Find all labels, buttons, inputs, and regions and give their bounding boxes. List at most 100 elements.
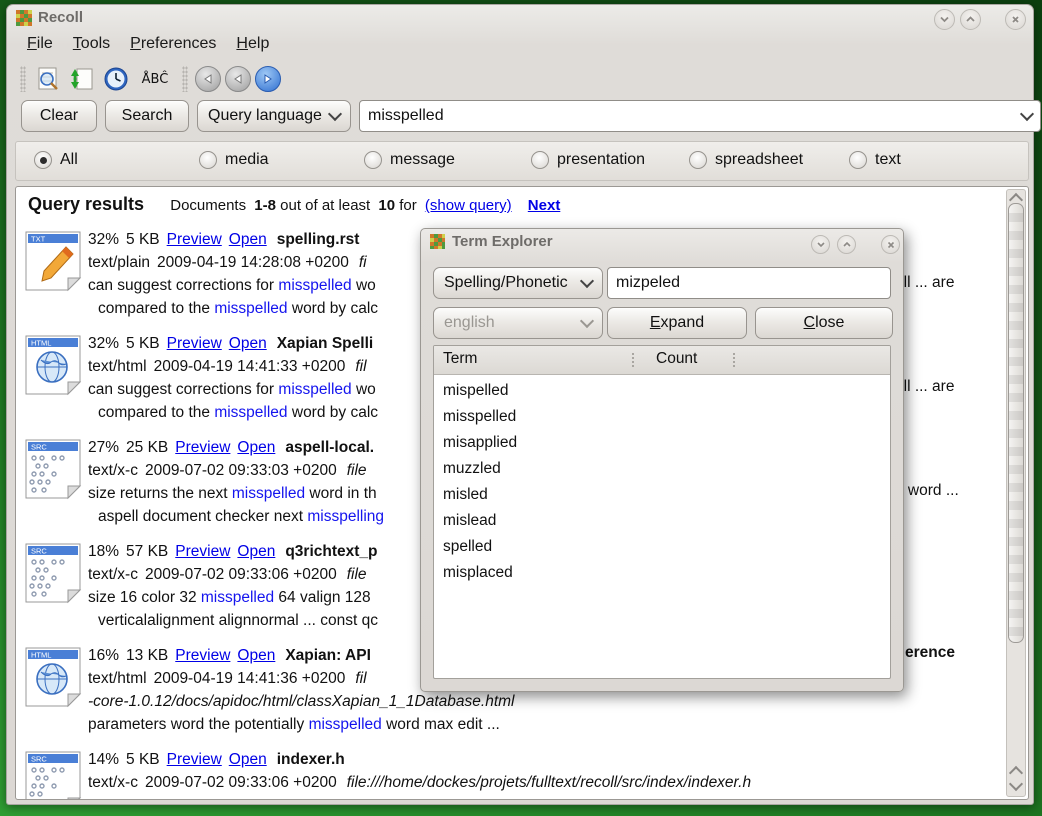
src-file-icon: SRC — [24, 438, 82, 500]
window-titlebar[interactable]: Recoll — [7, 5, 1033, 32]
src-file-icon: SRC — [24, 750, 82, 800]
dialog-title: Term Explorer — [452, 233, 553, 250]
term-match-type-combobox[interactable]: Spelling/Phonetic — [433, 267, 603, 299]
expand-button[interactable]: Expand — [607, 307, 747, 339]
clear-button[interactable]: Clear — [21, 100, 97, 132]
term-row[interactable]: misapplied — [434, 430, 890, 456]
arrow-left-icon — [232, 73, 244, 85]
term-input-value: mizpeled — [616, 274, 680, 292]
search-input[interactable]: misspelled — [359, 100, 1041, 132]
chevron-up-icon — [841, 240, 853, 250]
scrollbar-thumb[interactable] — [1008, 203, 1024, 643]
first-page-button[interactable] — [195, 66, 221, 92]
toolbar-handle[interactable] — [20, 66, 26, 92]
result-title: spelling.rst — [277, 231, 360, 248]
radio-media[interactable]: media — [199, 151, 269, 169]
arrow-left-icon — [202, 73, 214, 85]
result-title: Xapian Spelli — [277, 335, 373, 352]
svg-text:HTML: HTML — [31, 651, 51, 660]
svg-text:SRC: SRC — [31, 755, 47, 764]
menu-tools[interactable]: Tools — [67, 33, 116, 59]
window-title: Recoll — [38, 9, 83, 26]
term-row[interactable]: mispelled — [434, 378, 890, 404]
open-link[interactable]: Open — [237, 543, 275, 560]
recoll-logo-icon — [430, 234, 445, 249]
open-link[interactable]: Open — [229, 335, 267, 352]
close-button[interactable] — [1005, 9, 1026, 30]
preview-link[interactable]: Preview — [175, 439, 230, 456]
preview-link[interactable]: Preview — [175, 543, 230, 560]
clock-icon — [103, 66, 129, 92]
radio-icon — [199, 151, 217, 169]
svg-text:SRC: SRC — [31, 547, 47, 556]
maximize-button[interactable] — [960, 9, 981, 30]
menu-preferences[interactable]: Preferences — [124, 33, 222, 59]
previous-page-button[interactable] — [225, 66, 251, 92]
results-scrollbar[interactable] — [1006, 189, 1026, 797]
radio-text[interactable]: text — [849, 151, 901, 169]
radio-message[interactable]: message — [364, 151, 455, 169]
language-combobox: english — [433, 307, 603, 339]
result-title: indexer.h — [277, 751, 345, 768]
open-link[interactable]: Open — [237, 439, 275, 456]
column-separator[interactable] — [733, 353, 735, 367]
preview-link[interactable]: Preview — [167, 231, 222, 248]
advanced-search-button[interactable] — [33, 64, 63, 94]
search-button[interactable]: Search — [105, 100, 189, 132]
svg-text:SRC: SRC — [31, 443, 47, 452]
preview-link[interactable]: Preview — [175, 647, 230, 664]
document-history-button[interactable] — [101, 64, 131, 94]
chevron-down-icon — [580, 274, 594, 288]
minimize-button[interactable] — [811, 235, 830, 254]
next-page-link[interactable]: Next — [528, 197, 561, 214]
radio-presentation[interactable]: presentation — [531, 151, 645, 169]
term-explorer-button[interactable]: ÅBĈ — [135, 64, 175, 94]
radio-icon — [364, 151, 382, 169]
txt-file-icon: TXT — [24, 230, 82, 292]
preview-link[interactable]: Preview — [167, 335, 222, 352]
column-separator[interactable] — [632, 353, 634, 367]
term-column-header[interactable]: Term — [443, 350, 477, 368]
close-button[interactable] — [881, 235, 900, 254]
toolbar-handle[interactable] — [182, 66, 188, 92]
term-row[interactable]: mislead — [434, 508, 890, 534]
preview-link[interactable]: Preview — [167, 751, 222, 768]
count-column-header[interactable]: Count — [656, 350, 697, 368]
next-page-button[interactable] — [255, 66, 281, 92]
search-input-value: misspelled — [368, 107, 1022, 125]
maximize-button[interactable] — [837, 235, 856, 254]
menu-bar: File Tools Preferences Help — [7, 33, 275, 59]
term-row[interactable]: spelled — [434, 534, 890, 560]
svg-text:HTML: HTML — [31, 339, 51, 348]
term-match-type-value: Spelling/Phonetic — [444, 274, 568, 292]
radio-all[interactable]: All — [34, 151, 78, 169]
src-file-icon: SRC — [24, 542, 82, 604]
show-query-link[interactable]: (show query) — [425, 197, 512, 214]
radio-spreadsheet[interactable]: spreadsheet — [689, 151, 803, 169]
open-link[interactable]: Open — [229, 751, 267, 768]
term-row[interactable]: muzzled — [434, 456, 890, 482]
chevron-down-icon — [938, 14, 951, 25]
open-link[interactable]: Open — [229, 231, 267, 248]
query-mode-combobox[interactable]: Query language — [197, 100, 351, 132]
radio-icon — [689, 151, 707, 169]
term-row[interactable]: misspelled — [434, 404, 890, 430]
term-row[interactable]: misplaced — [434, 560, 890, 586]
scroll-down-icon[interactable] — [1009, 777, 1023, 791]
sort-parameters-button[interactable] — [67, 64, 97, 94]
category-bar: All media message presentation spreadshe… — [15, 141, 1029, 181]
chevron-up-icon — [964, 14, 977, 25]
chevron-down-icon — [580, 314, 594, 328]
minimize-button[interactable] — [934, 9, 955, 30]
menu-file[interactable]: File — [21, 33, 59, 59]
open-link[interactable]: Open — [237, 647, 275, 664]
close-dialog-button[interactable]: Close — [755, 307, 893, 339]
menu-help[interactable]: Help — [230, 33, 275, 59]
term-input[interactable]: mizpeled — [607, 267, 891, 299]
result-url-line: -core-1.0.12/docs/apidoc/html/classXapia… — [88, 693, 515, 710]
term-table-header: Term Count — [434, 346, 890, 375]
term-table: Term Count mispelled misspelled misappli… — [433, 345, 891, 679]
dialog-titlebar[interactable]: Term Explorer — [421, 229, 903, 256]
term-row[interactable]: misled — [434, 482, 890, 508]
toolbar: ÅBĈ — [17, 61, 281, 97]
